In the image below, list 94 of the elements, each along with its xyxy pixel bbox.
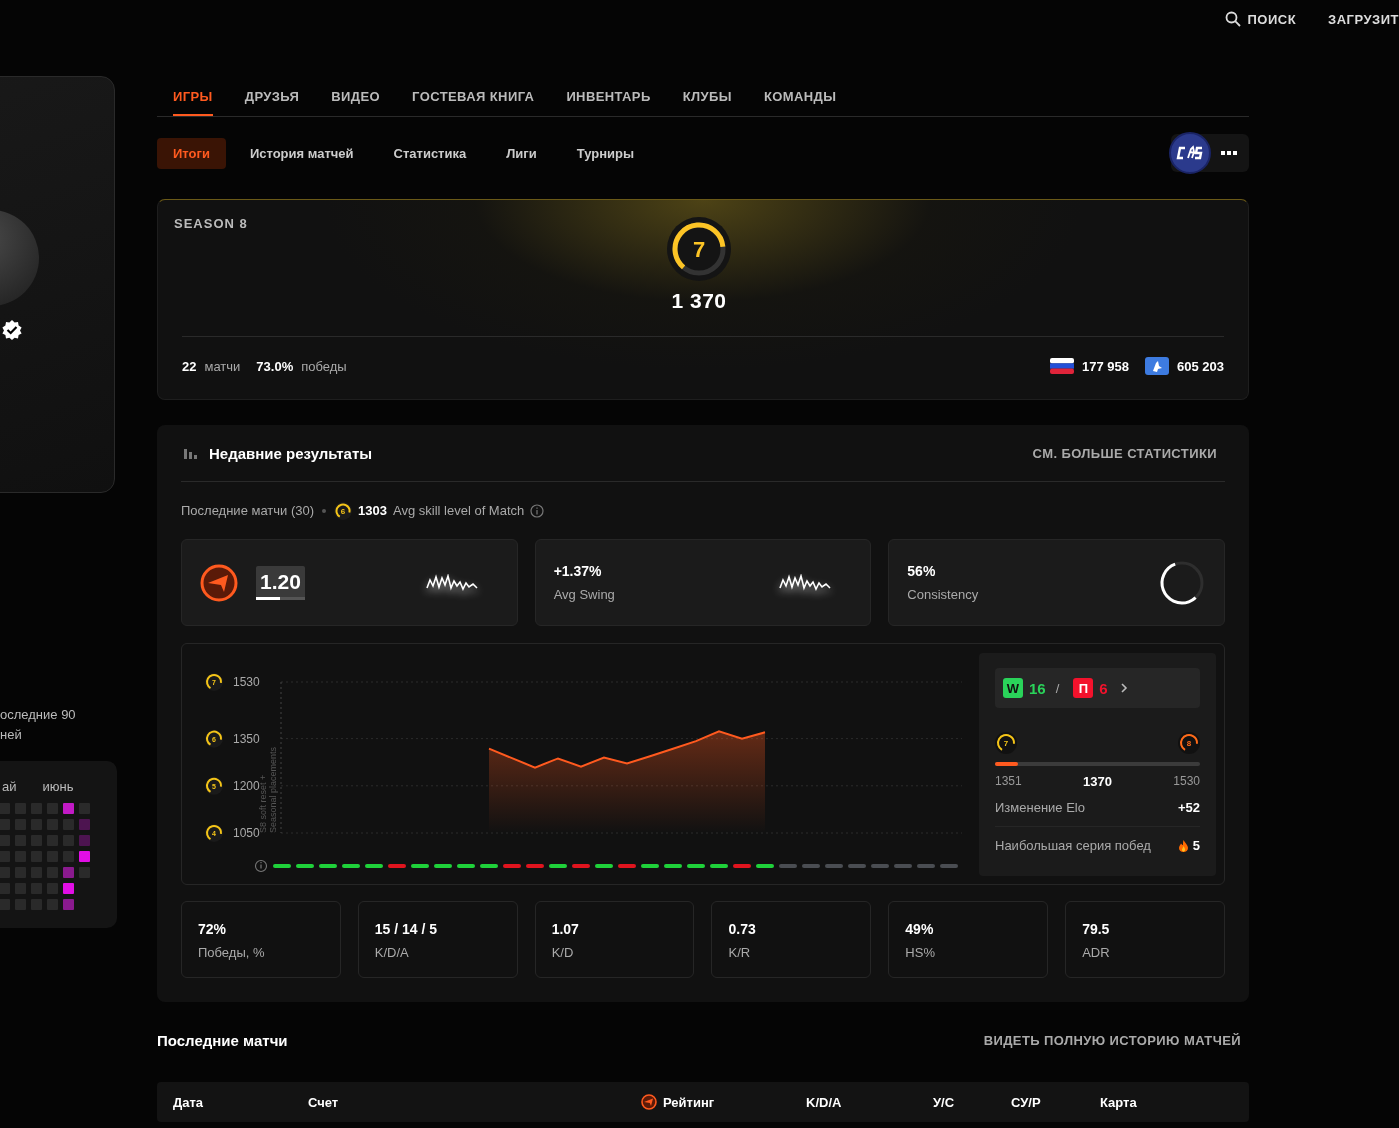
column-header: СУ/Р [1011,1094,1041,1110]
win-badge: W [1003,678,1023,698]
matches-count: 22 [182,358,197,374]
loss-badge: П [1073,678,1094,698]
skill-level-gauge: 7 [667,217,731,281]
flag-icon [1050,358,1074,374]
matches-label: матчи [204,358,241,374]
stat-value: 72% [198,921,228,937]
match-history-link[interactable]: ВИДЕТЬ ПОЛНУЮ ИСТОРИЮ МАТЧЕЙ [983,1033,1241,1048]
y-tick-label: 1050 [233,826,260,840]
column-header: Дата [173,1094,204,1110]
matches-summary: Последние матчи (30) [181,503,315,518]
summary-label: Наибольшая серия побед [995,838,1151,853]
game-logo-icon [1169,132,1211,174]
summary-label: Изменение Elo [995,800,1085,815]
nav-tab[interactable]: КОМАНДЫ [763,76,837,116]
section-title: Последние матчи [157,1032,288,1049]
sparkline-drawing [778,573,833,592]
stat-label: K/D [551,945,575,960]
sub-tab[interactable]: Лиги [490,137,553,169]
more-icon [1221,151,1237,155]
y-tick-label: 1530 [233,675,260,689]
month-label: июнь [42,779,74,794]
stat-value: 49% [905,921,935,937]
chart-annotation: Seasonal placements [268,746,278,833]
month-label: ай [2,779,17,794]
card-label: Avg Swing [553,587,615,602]
game-switcher[interactable] [1171,134,1249,172]
info-icon[interactable] [530,503,545,518]
more-stats-link[interactable]: СМ. БОЛЬШЕ СТАТИСТИКИ [1032,445,1217,461]
rating-value: 1.20 [256,565,305,600]
nav-tab[interactable]: ВИДЕО [331,76,381,116]
column-header: Рейтинг [663,1094,715,1110]
stat-value: 79.5 [1082,921,1111,937]
avg-elo-label: Avg skill level of Match [393,503,525,518]
rating-icon [200,563,238,602]
activity-caption: оследние 90 ней [0,706,77,744]
y-tick-label: 1350 [233,731,260,746]
win-loss-button[interactable]: W 16 / П 6 [995,668,1200,708]
season-title: SEASON 8 [174,216,249,231]
elo-max: 1530 [1173,774,1200,789]
region-rank: 605 203 [1177,358,1224,374]
column-header: Карта [1100,1094,1137,1110]
nav-tab[interactable]: ГОСТЕВАЯ КНИГА [412,76,535,116]
column-header: У/С [933,1094,955,1110]
sparkline-drawing [424,573,479,592]
chevron-right-icon [1119,682,1128,694]
country-rank: 177 958 [1082,358,1129,374]
nav-tab[interactable]: ИНВЕНТАРЬ [566,76,651,116]
sub-tab[interactable]: Итоги [157,137,226,169]
bar-chart-icon [184,447,197,459]
stat-value: 1.07 [551,921,580,937]
separator: / [1055,680,1060,696]
section-title: Недавние результаты [209,444,373,462]
sub-tab[interactable]: Статистика [377,137,483,169]
upload-link[interactable]: ЗАГРУЗИТ [1328,11,1399,27]
summary-value: 5 [1192,838,1200,853]
sub-tab[interactable]: Турниры [560,137,651,169]
elo-value: 1 370 [671,289,727,313]
region-map-icon [1145,357,1169,375]
stat-label: K/D/A [374,945,410,960]
winrate-value: 73.0% [256,358,294,374]
sub-tab[interactable]: История матчей [233,137,370,169]
losses-count: 6 [1099,679,1108,697]
skill-level-icon: 7 [995,732,1017,754]
rating-icon [641,1094,657,1110]
winrate-label: победы [301,358,347,374]
elo-current: 1370 [1083,774,1112,789]
card-label: Consistency [907,587,979,602]
chart-annotation: S8 soft reset + [258,774,268,833]
nav-tab[interactable]: ИГРЫ [173,76,213,116]
nav-tab[interactable]: КЛУБЫ [682,76,732,116]
search-link[interactable]: ПОИСК [1225,11,1297,27]
card-value: 56% [907,563,937,579]
column-header: K/D/A [806,1094,842,1110]
elo-min: 1351 [995,774,1022,789]
summary-value: +52 [1177,800,1200,815]
search-icon [1225,11,1242,27]
stat-label: ADR [1082,945,1111,960]
wins-count: 16 [1029,679,1046,697]
avg-elo: 1303 [358,503,387,518]
stat-value: 0.73 [728,921,757,937]
y-tick-label: 1200 [233,778,260,793]
nav-tab[interactable]: ДРУЗЬЯ [244,76,300,116]
stat-label: K/R [728,945,752,960]
card-value: +1.37% [553,563,603,579]
stat-value: 15 / 14 / 5 [374,921,439,937]
skill-level-icon: 6 [334,501,353,520]
column-header: Счет [308,1094,339,1110]
stat-label: HS% [905,945,936,960]
info-icon[interactable] [254,859,268,873]
stat-label: Победы, % [198,945,266,960]
skill-level-icon: 8 [1178,732,1200,754]
flame-icon [1178,839,1188,852]
